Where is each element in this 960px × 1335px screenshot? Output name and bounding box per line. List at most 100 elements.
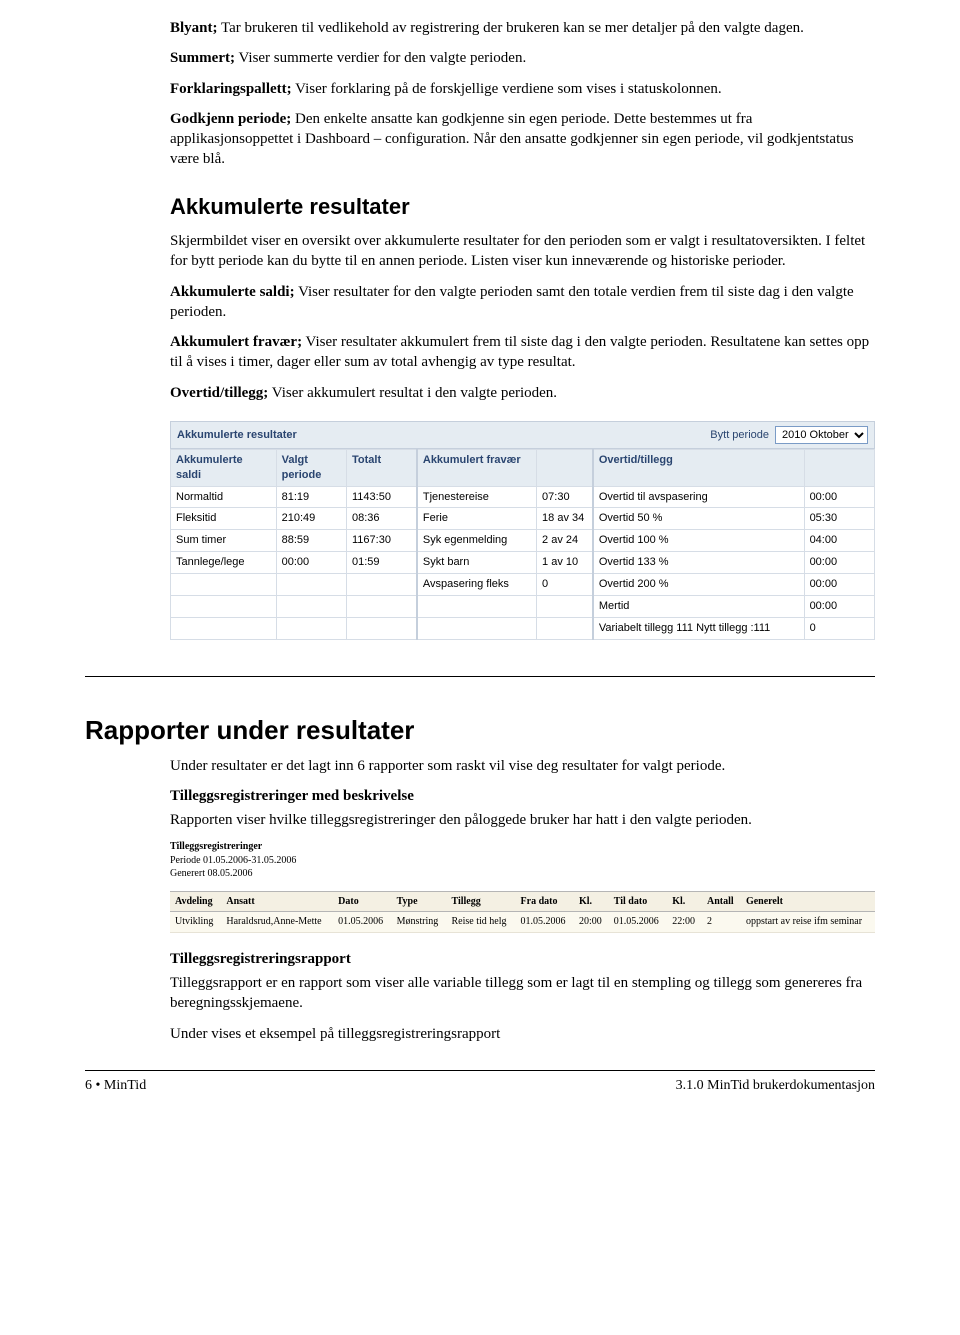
rep-cell: Reise tid helg <box>446 912 515 933</box>
para-akk-fravaer: Akkumulert fravær; Viser resultater akku… <box>170 332 875 373</box>
table-row: Variabelt tillegg 111 Nytt tillegg :1110 <box>171 617 875 639</box>
para-godkjenn-periode: Godkjenn periode; Den enkelte ansatte ka… <box>170 109 875 170</box>
table-cell: Overtid til avspasering <box>593 486 804 508</box>
table-cell: 88:59 <box>276 530 346 552</box>
table-cell: 00:00 <box>804 574 874 596</box>
embed-tilleggsreg-report: Tilleggsregistreringer Periode 01.05.200… <box>170 840 875 933</box>
table-cell: Tjenestereise <box>417 486 537 508</box>
table-cell <box>417 617 537 639</box>
rep-col: Antall <box>702 891 741 912</box>
bytt-periode-select[interactable]: 2010 Oktober <box>775 426 868 444</box>
table-cell <box>171 574 277 596</box>
table-cell: Fleksitid <box>171 508 277 530</box>
rep-col: Generelt <box>741 891 875 912</box>
table-cell <box>346 574 416 596</box>
rep-cell: 20:00 <box>574 912 609 933</box>
table-cell: 1167:30 <box>346 530 416 552</box>
table-row: Avspasering fleks0Overtid 200 %00:00 <box>171 574 875 596</box>
table-cell <box>537 595 593 617</box>
heading-rapporter: Rapporter under resultater <box>85 713 875 748</box>
table-header-row: Akkumulerte saldi Valgt periode Totalt A… <box>171 449 875 486</box>
rep-col: Tillegg <box>446 891 515 912</box>
table-cell: 18 av 34 <box>537 508 593 530</box>
table-cell <box>276 617 346 639</box>
para-akk-overtid: Overtid/tillegg; Viser akkumulert result… <box>170 383 875 403</box>
rep-meta-title: Tilleggsregistreringer <box>170 840 875 854</box>
akk-table-body: Normaltid81:191143:50Tjenestereise07:30O… <box>171 486 875 639</box>
table-cell <box>537 617 593 639</box>
table-cell: 1 av 10 <box>537 552 593 574</box>
table-cell: 07:30 <box>537 486 593 508</box>
table-cell: 05:30 <box>804 508 874 530</box>
rep-header-row: AvdelingAnsattDatoTypeTilleggFra datoKl.… <box>170 891 875 912</box>
table-cell: 01:59 <box>346 552 416 574</box>
table-cell: Mertid <box>593 595 804 617</box>
rep-col: Avdeling <box>170 891 221 912</box>
para-blyant: Blyant; Tar brukeren til vedlikehold av … <box>170 18 875 38</box>
para-akk-intro: Skjermbildet viser en oversikt over akku… <box>170 231 875 272</box>
rep-col: Kl. <box>667 891 702 912</box>
rep-cell: Mønstring <box>392 912 447 933</box>
rep-col: Til dato <box>609 891 667 912</box>
table-cell: 00:00 <box>804 552 874 574</box>
table-cell: 08:36 <box>346 508 416 530</box>
section-rule <box>85 676 875 677</box>
rep-meta-periode: Periode 01.05.2006-31.05.2006 <box>170 854 875 868</box>
col-fravaer-val <box>537 449 593 486</box>
rep-cell: 2 <box>702 912 741 933</box>
table-cell: Overtid 133 % <box>593 552 804 574</box>
col-saldi: Akkumulerte saldi <box>171 449 277 486</box>
col-totalt: Totalt <box>346 449 416 486</box>
table-cell: Avspasering fleks <box>417 574 537 596</box>
rep-data-row: UtviklingHaraldsrud,Anne-Mette01.05.2006… <box>170 912 875 933</box>
table-cell: 00:00 <box>804 595 874 617</box>
rep-col: Fra dato <box>516 891 574 912</box>
table-cell: 210:49 <box>276 508 346 530</box>
table-row: Fleksitid210:4908:36Ferie18 av 34Overtid… <box>171 508 875 530</box>
rep-col: Dato <box>333 891 391 912</box>
table-cell: Variabelt tillegg 111 Nytt tillegg :111 <box>593 617 804 639</box>
rep-col: Ansatt <box>221 891 333 912</box>
table-cell: 00:00 <box>276 552 346 574</box>
table-cell <box>171 617 277 639</box>
table-cell <box>346 595 416 617</box>
table-cell: 2 av 24 <box>537 530 593 552</box>
table-cell: 00:00 <box>804 486 874 508</box>
para-tilleggsreg-beskrivelse: Rapporten viser hvilke tilleggsregistrer… <box>170 810 875 830</box>
col-overtid: Overtid/tillegg <box>593 449 804 486</box>
rep-table: AvdelingAnsattDatoTypeTilleggFra datoKl.… <box>170 891 875 933</box>
table-cell: 81:19 <box>276 486 346 508</box>
table-cell: Sykt barn <box>417 552 537 574</box>
table-cell: Overtid 100 % <box>593 530 804 552</box>
akk-table: Akkumulerte saldi Valgt periode Totalt A… <box>170 449 875 640</box>
para-summert: Summert; Viser summerte verdier for den … <box>170 48 875 68</box>
footer-left: 6 • MinTid <box>85 1077 146 1096</box>
table-row: Tannlege/lege00:0001:59Sykt barn1 av 10O… <box>171 552 875 574</box>
table-cell: 04:00 <box>804 530 874 552</box>
rep-cell: 01.05.2006 <box>333 912 391 933</box>
para-rapporter-intro: Under resultater er det lagt inn 6 rappo… <box>170 756 875 776</box>
table-cell: Tannlege/lege <box>171 552 277 574</box>
rep-cell: 01.05.2006 <box>516 912 574 933</box>
rep-cell: Utvikling <box>170 912 221 933</box>
table-cell: 1143:50 <box>346 486 416 508</box>
table-cell <box>346 617 416 639</box>
heading-tilleggsregrapport: Tilleggsregistreringsrapport <box>170 949 875 969</box>
table-cell: 0 <box>804 617 874 639</box>
col-fravaer: Akkumulert fravær <box>417 449 537 486</box>
para-tilleggs-eksempel: Under vises et eksempel på tilleggsregis… <box>170 1024 875 1044</box>
table-cell <box>417 595 537 617</box>
col-overtid-val <box>804 449 874 486</box>
rep-meta-generert: Generert 08.05.2006 <box>170 867 875 881</box>
col-valgt: Valgt periode <box>276 449 346 486</box>
table-cell: 0 <box>537 574 593 596</box>
table-cell <box>276 574 346 596</box>
table-row: Sum timer88:591167:30Syk egenmelding2 av… <box>171 530 875 552</box>
embed-title: Akkumulerte resultater <box>177 428 297 443</box>
embed-akkumulerte-resultater: Akkumulerte resultater Bytt periode 2010… <box>170 421 875 640</box>
heading-tilleggsreg-beskrivelse: Tilleggsregistreringer med beskrivelse <box>170 786 875 806</box>
table-row: Mertid00:00 <box>171 595 875 617</box>
para-tilleggsregrapport: Tilleggsrapport er en rapport som viser … <box>170 973 875 1014</box>
para-forklaringspallett: Forklaringspallett; Viser forklaring på … <box>170 79 875 99</box>
table-row: Normaltid81:191143:50Tjenestereise07:30O… <box>171 486 875 508</box>
